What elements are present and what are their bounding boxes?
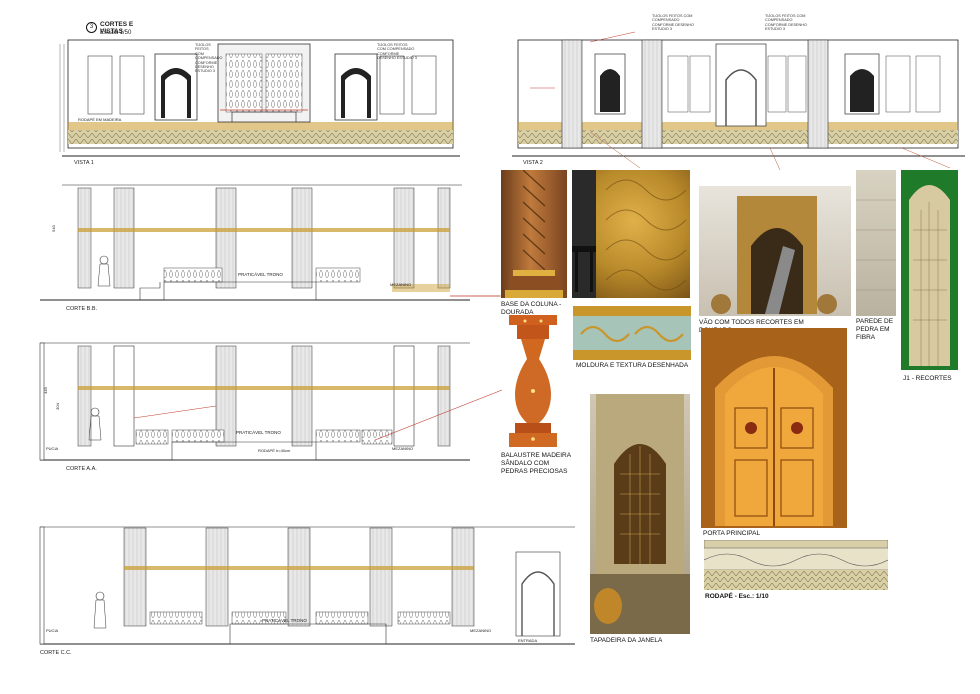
photo-porta [701,328,847,528]
vista-2-note: TIJOLOS FEITOS COM COMPENSADO CONFORME D… [652,14,694,32]
photo-vao [699,186,851,316]
photo-tapadeira [590,394,690,634]
dim-540: 540 [50,225,56,232]
section-corte-cc [39,526,575,645]
elevation-vista-2 [512,31,965,157]
section-corte-bb [40,184,500,301]
praticavel-trono-aa: PRATICÁVEL TRONO [236,430,281,435]
mezanino-aa: MEZANINO [392,446,414,451]
caption-tapadeira: TAPADEIRA DA JANELA [590,637,663,644]
photo-chair [572,170,596,298]
rodape-aa: RODAPÉ h=40cm [258,448,291,453]
photo-parede [856,170,896,316]
vista-2-label: VISTA 2 [523,160,543,166]
caption-parede: PAREDE DE PEDRA EM FIBRA [856,318,894,341]
photo-moldura [573,306,691,360]
caption-j1: J1 - RECORTES [903,375,952,382]
photo-wall-texture [596,170,690,298]
photo-balaustre [503,313,563,449]
drawing-rodape-detail [704,540,888,590]
caption-moldura: MOLDURA E TEXTURA DESENHADA [576,362,689,369]
caption-balaustre: BALAUSTRE MADEIRA SÂNDALO COM PEDRAS PRE… [501,452,571,475]
photo-base-coluna [501,170,567,298]
vista-1-note-right: TIJOLOS FEITOS COM COMPENSADO CONFORME D… [377,43,417,61]
corte-aa-label: CORTE A.A. [66,466,97,472]
corte-cc-label: CORTE C.C. [40,650,72,656]
praticavel-trono-bb: PRATICÁVEL TRONO [238,272,283,277]
caption-porta: PORTA PRINCIPAL [703,530,761,537]
mezanino-cc: MEZANINO [470,628,492,633]
vista-1-note: TIJOLOS FEITOS COM COMPENSADO CONFORME D… [195,43,223,74]
pucia-aa: PUCIA [46,446,59,451]
pucia-cc: PUCIA [46,628,59,633]
vista-2-note-right: TIJOLOS FEITOS COM COMPENSADO CONFORME D… [765,14,807,32]
mezanino-bb: MEZANINO [390,282,412,287]
rodape-madeira-label: RODAPÉ EM MADEIRA [78,117,122,122]
photo-j1 [901,170,958,370]
caption-rodape: RODAPÉ - Esc.: 1/10 [705,593,769,600]
corte-bb-label: CORTE B.B. [66,306,98,312]
entrada-cc: ENTRADA [518,638,538,643]
praticavel-trono-cc: PRATICÁVEL TRONO [262,618,307,623]
section-corte-aa [39,342,503,461]
vista-1-label: VISTA 1 [74,160,94,166]
dim-304: 304 [54,403,60,410]
dim-449: 449 [42,387,48,394]
